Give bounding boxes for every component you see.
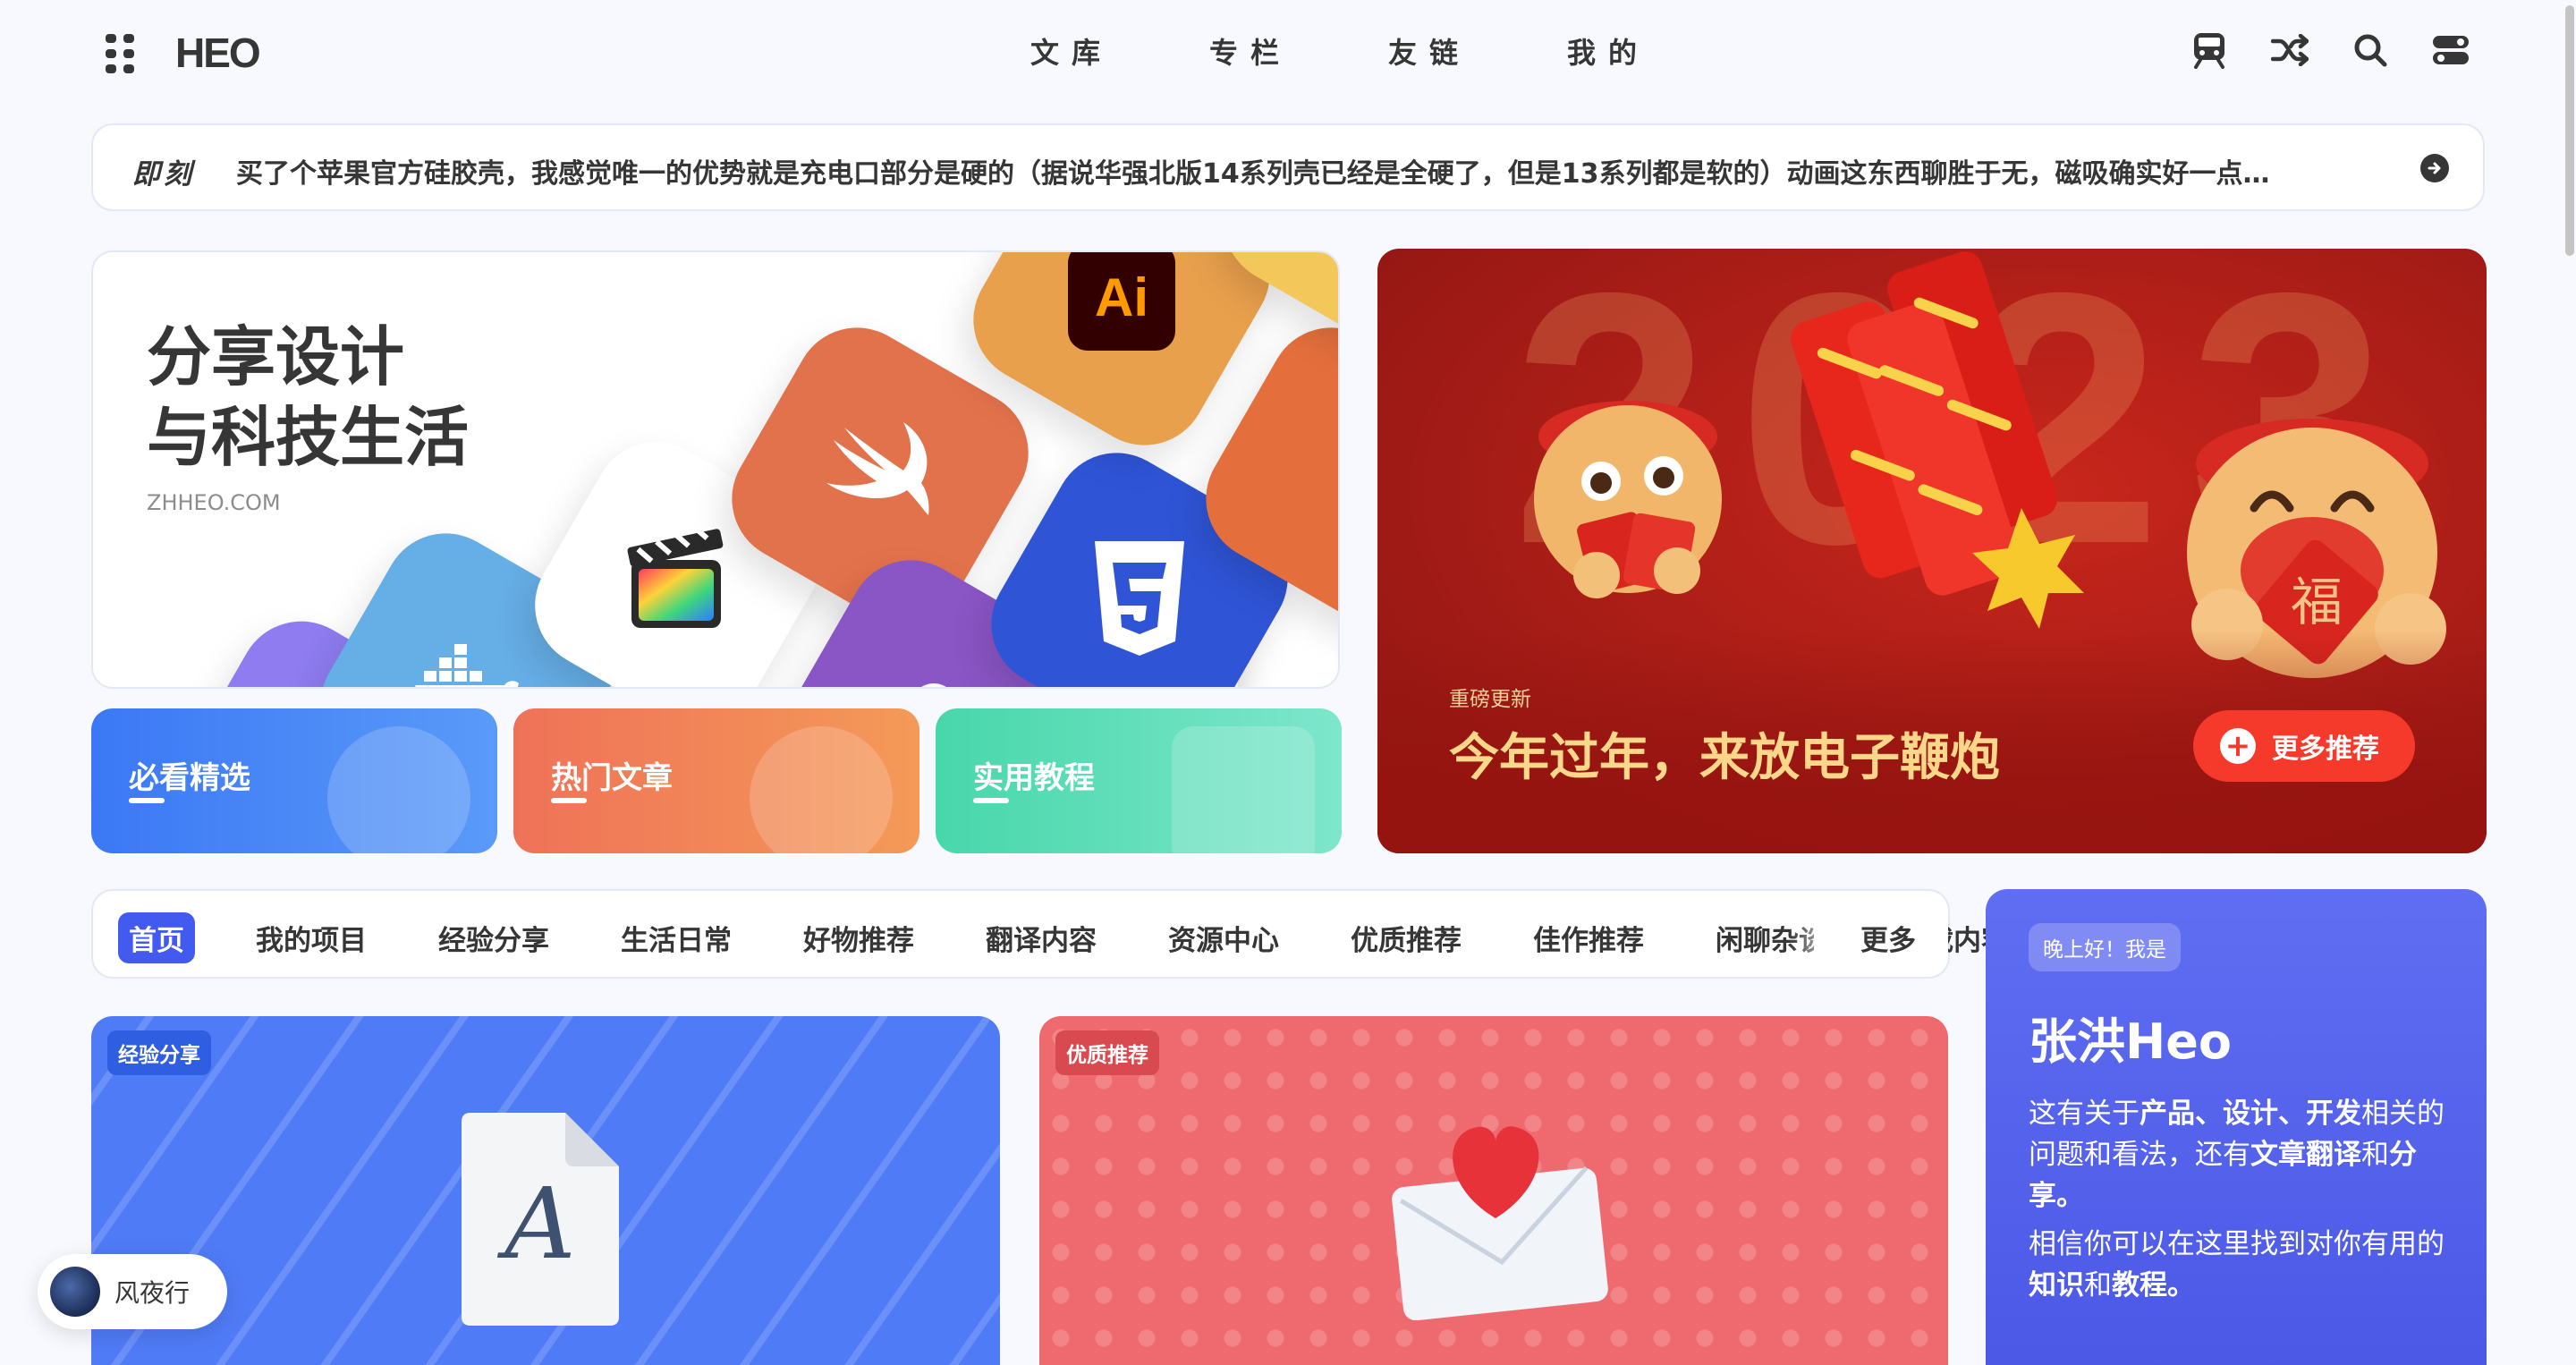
underline [973,798,1009,803]
tab-good-stuff[interactable]: 好物推荐 [792,912,925,963]
hero-title-line1: 分享设计 [147,319,405,394]
category-hot-articles[interactable]: 热门文章 [513,708,919,853]
underline [551,798,587,803]
category-label: 必看精选 [129,760,250,796]
search-icon[interactable] [2351,30,2390,70]
toggle-icon[interactable] [2431,30,2470,70]
top-navigation: HEO 文库 专栏 友链 我的 [0,0,2576,104]
decor-shape [327,726,470,853]
promo-banner[interactable]: 2023 福 重磅更新 今年过年，来放电子鞭炮 + 更多推荐 [1377,249,2487,853]
post-card-2[interactable]: 优质推荐 [1039,1016,1948,1365]
site-logo[interactable]: HEO [175,29,261,77]
author-description: 这有关于产品、设计、开发相关的问题和看法，还有文章翻译和分享。 相信你可以在这里… [2029,1093,2449,1313]
left-mascot-illustration [1534,401,1722,598]
apps-grid-icon[interactable] [106,34,134,73]
decor-shape [750,726,893,853]
fu-character: 福 [2291,572,2343,632]
category-bar: 首页 我的项目 经验分享 生活日常 好物推荐 翻译内容 资源中心 优质推荐 佳作… [91,889,2009,979]
decor-shape [1172,726,1315,853]
illustrator-label: Ai [1068,252,1175,351]
love-letter-icon [1392,1126,1608,1320]
hero-subtitle: ZHHEO.COM [147,490,281,515]
catbar-more-link[interactable]: 更多 [1860,918,1916,958]
catbar-fade [1789,900,1860,970]
post-tag[interactable]: 经验分享 [107,1030,211,1075]
tab-experience[interactable]: 经验分享 [428,912,560,963]
main-menu: 文库 专栏 友链 我的 [1030,30,1649,72]
header-actions [2148,30,2470,70]
tab-masterpieces[interactable]: 佳作推荐 [1522,912,1655,963]
author-info-card: 晚上好！我是 张洪Heo 这有关于产品、设计、开发相关的问题和看法，还有文章翻译… [1986,889,2487,1365]
category-label: 热门文章 [551,760,673,796]
shuffle-icon[interactable] [2270,30,2309,70]
tab-translations[interactable]: 翻译内容 [975,912,1107,963]
scrollbar[interactable] [2563,0,2576,1365]
author-name[interactable]: 张洪Heo [2029,1002,2232,1072]
category-tabs: 首页 我的项目 经验分享 生活日常 好物推荐 翻译内容 资源中心 优质推荐 佳作… [118,912,2070,963]
song-title: 风夜行 [114,1278,191,1308]
tab-quality[interactable]: 优质推荐 [1340,912,1472,963]
ticker-label: 即刻 [132,158,195,191]
more-recommend-label: 更多推荐 [2272,733,2379,765]
promo-title[interactable]: 今年过年，来放电子鞭炮 [1449,717,2000,790]
more-recommend-button[interactable]: + 更多推荐 [2193,710,2415,782]
underline [129,798,165,803]
ticker-text[interactable]: 买了个苹果官方硅胶壳，我感觉唯一的优势就是充电口部分是硬的（据说华强北版14系列… [236,151,2383,191]
tab-daily-life[interactable]: 生活日常 [610,912,742,963]
desc-paragraph-2: 相信你可以在这里找到对你有用的知识和教程。 [2029,1228,2445,1301]
font-file-icon: A [462,1113,619,1326]
category-label: 实用教程 [973,760,1095,796]
category-must-read[interactable]: 必看精选 [91,708,497,853]
tab-my-projects[interactable]: 我的项目 [245,912,377,963]
subway-icon[interactable] [2190,30,2229,70]
post-tag[interactable]: 优质推荐 [1055,1030,1159,1075]
hero-title-line2: 与科技生活 [147,400,470,475]
category-tutorials[interactable]: 实用教程 [936,708,1342,853]
desc-paragraph-1: 这有关于产品、设计、开发相关的问题和看法，还有文章翻译和分享。 [2029,1098,2445,1212]
font-glyph: A [496,1166,575,1281]
arrow-right-circle-icon[interactable] [2420,154,2449,182]
menu-item-library[interactable]: 文库 [1030,30,1113,72]
menu-item-mine[interactable]: 我的 [1567,30,1649,72]
firecracker-illustration [1791,251,2084,629]
music-player[interactable]: 风夜行 [38,1254,227,1329]
scrollbar-thumb[interactable] [2565,5,2574,256]
hero-banner: Ai 分享设计 与科技生活 ZHHEO.COM [91,250,1340,689]
post-card-1[interactable]: A 经验分享 [91,1016,1000,1365]
promo-tag: 重磅更新 [1449,688,1531,711]
greeting-badge: 晚上好！我是 [2029,923,2181,971]
menu-item-columns[interactable]: 专栏 [1209,30,1292,72]
plus-icon: + [2220,728,2256,764]
moments-ticker[interactable]: 即刻 买了个苹果官方硅胶壳，我感觉唯一的优势就是充电口部分是硬的（据说华强北版1… [91,123,2485,211]
tab-home[interactable]: 首页 [118,912,195,963]
menu-item-friends[interactable]: 友链 [1388,30,1470,72]
tab-resources[interactable]: 资源中心 [1157,912,1290,963]
hero-title: 分享设计 与科技生活 [147,317,469,478]
album-cover [50,1267,100,1317]
